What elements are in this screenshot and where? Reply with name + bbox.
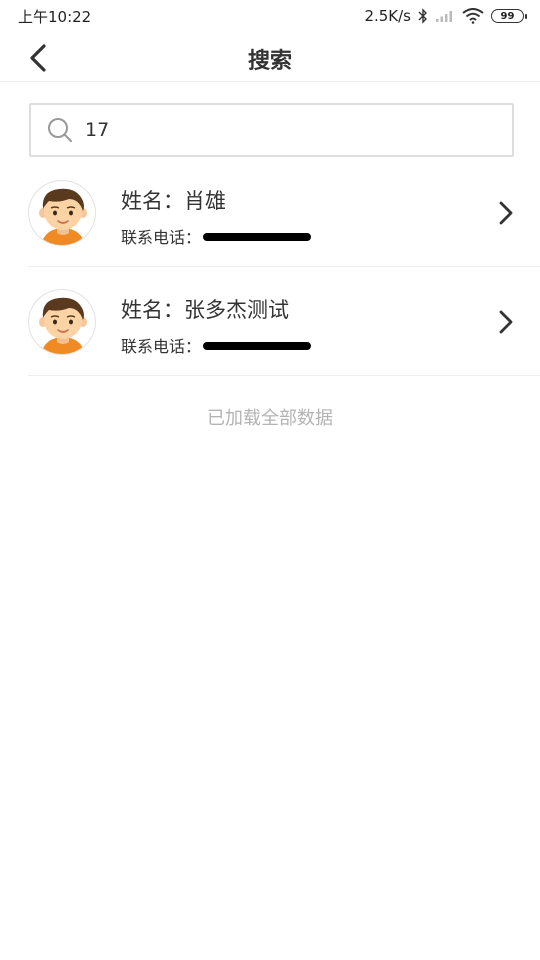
- nav-bar: 搜索: [0, 32, 540, 82]
- contact-name-row: 姓名：张多杰测试: [121, 294, 289, 324]
- chevron-right-icon: [499, 201, 513, 225]
- bluetooth-icon: [418, 8, 427, 24]
- contact-name-row: 姓名：肖雄: [121, 185, 226, 215]
- contact-name: 肖雄: [184, 189, 226, 213]
- signal-icon: [436, 11, 452, 22]
- contact-phone-row: 联系电话：: [121, 224, 312, 248]
- network-speed: 2.5K/s: [364, 7, 411, 25]
- search-icon: [48, 118, 72, 142]
- avatar-boy-icon: [39, 297, 87, 354]
- phone-label: 联系电话：: [121, 228, 202, 247]
- status-icons: 2.5K/s 99: [364, 7, 527, 25]
- name-label: 姓名：: [121, 189, 184, 213]
- search-input[interactable]: [85, 119, 485, 141]
- load-all-text: 已加载全部数据: [207, 408, 333, 429]
- list-item[interactable]: 姓名：肖雄 联系电话：: [28, 158, 540, 267]
- battery-icon: 99: [491, 9, 527, 23]
- chevron-right-icon: [499, 310, 513, 334]
- avatar: [28, 289, 96, 355]
- page-title: 搜索: [247, 49, 292, 74]
- search-box[interactable]: [29, 103, 514, 157]
- wifi-icon: [462, 8, 484, 24]
- list-item[interactable]: 姓名：张多杰测试 联系电话：: [28, 267, 540, 376]
- phone-redaction: [203, 233, 312, 241]
- phone-label: 联系电话：: [121, 337, 202, 356]
- avatar: [28, 180, 96, 246]
- status-bar: 上午10:22 2.5K/s 99: [0, 0, 540, 32]
- name-label: 姓名：: [121, 298, 184, 322]
- avatar-boy-icon: [39, 188, 87, 245]
- phone-redaction: [203, 342, 312, 350]
- contact-name: 张多杰测试: [184, 298, 289, 322]
- contact-phone-row: 联系电话：: [121, 333, 312, 357]
- status-time: 上午10:22: [18, 7, 92, 26]
- result-list: 姓名：肖雄 联系电话： 姓名：张多杰测试 联系电话：: [0, 158, 540, 376]
- battery-level: 99: [500, 10, 515, 22]
